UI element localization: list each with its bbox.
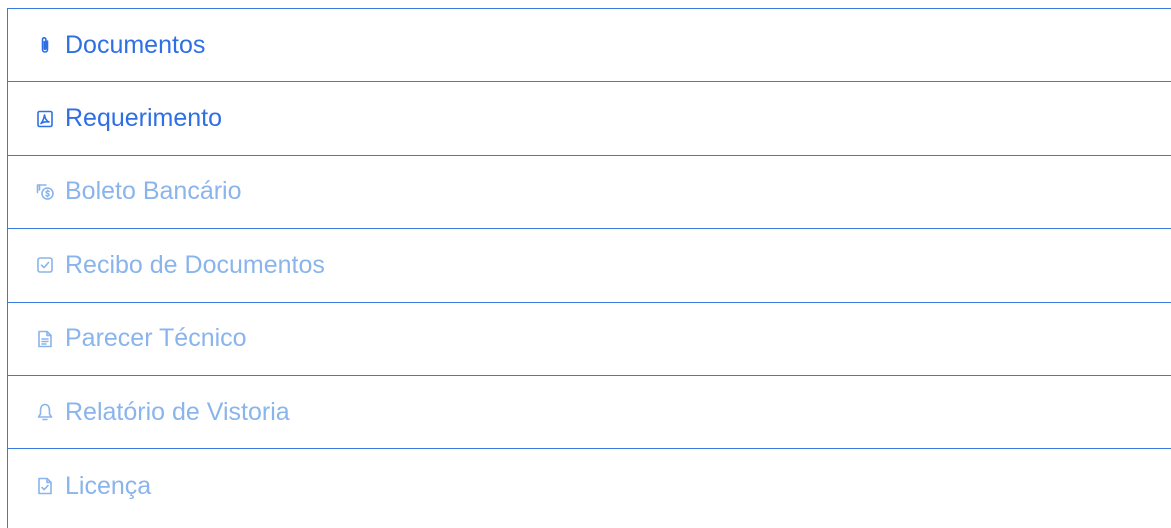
- text-document-icon: [34, 328, 56, 350]
- menu-item-parecer-tecnico[interactable]: Parecer Técnico: [8, 303, 1171, 376]
- menu-item-label: Parecer Técnico: [65, 324, 247, 353]
- money-bill-icon: [34, 181, 56, 203]
- documents-menu: Documentos Requerimento Boleto Bancário: [7, 8, 1171, 528]
- menu-item-label: Documentos: [65, 30, 206, 59]
- menu-item-label: Recibo de Documentos: [65, 250, 325, 279]
- menu-item-relatorio-de-vistoria[interactable]: Relatório de Vistoria: [8, 376, 1171, 450]
- menu-item-label: Boleto Bancário: [65, 177, 242, 206]
- check-square-icon: [34, 254, 56, 276]
- check-document-icon: [34, 475, 56, 497]
- paperclip-icon: [34, 34, 56, 56]
- menu-item-label: Relatório de Vistoria: [65, 397, 290, 426]
- pdf-file-icon: [34, 108, 56, 130]
- menu-item-label: Licença: [65, 471, 152, 500]
- menu-item-label: Requerimento: [65, 104, 223, 133]
- menu-item-requerimento[interactable]: Requerimento: [8, 82, 1171, 156]
- menu-item-licenca[interactable]: Licença: [8, 449, 1171, 522]
- menu-item-recibo-de-documentos[interactable]: Recibo de Documentos: [8, 229, 1171, 303]
- bell-icon: [34, 401, 56, 423]
- menu-item-boleto-bancario[interactable]: Boleto Bancário: [8, 156, 1171, 230]
- menu-item-documentos[interactable]: Documentos: [8, 9, 1171, 83]
